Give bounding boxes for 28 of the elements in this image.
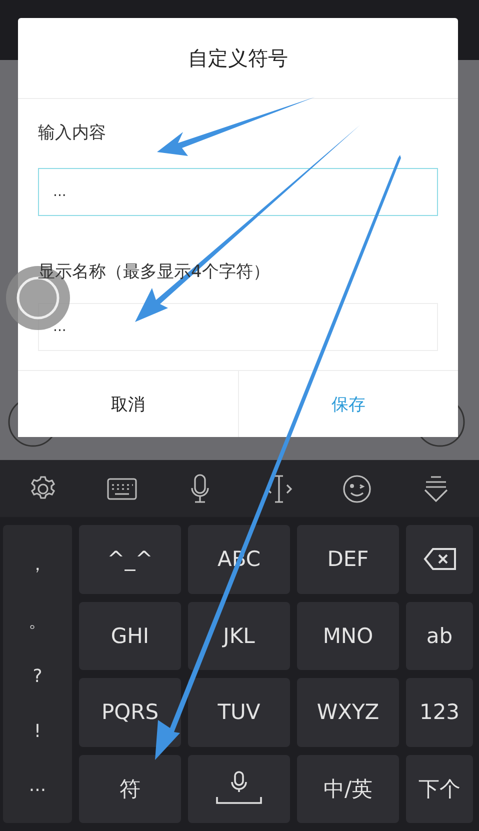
key[interactable]: 下个 — [406, 754, 473, 823]
symbol-key[interactable]: ? — [32, 666, 42, 688]
field-label: 输入内容 — [38, 122, 106, 144]
symbol-key[interactable]: ... — [28, 775, 46, 796]
symbol-key[interactable]: 。 — [28, 609, 46, 634]
symbol-key[interactable]: ! — [34, 720, 42, 742]
input-field[interactable]: ... — [38, 168, 438, 216]
symbol-key[interactable]: ， — [28, 552, 46, 576]
key[interactable]: DEF — [297, 525, 399, 594]
backspace-icon[interactable] — [422, 547, 456, 572]
hide-keyboard-icon[interactable] — [422, 474, 449, 502]
dialog-title: 自定义符号 — [18, 18, 458, 99]
key[interactable]: WXYZ — [297, 678, 399, 746]
space-bar-icon[interactable] — [214, 770, 264, 807]
key[interactable]: ab — [406, 602, 473, 670]
key[interactable]: MNO — [297, 602, 399, 670]
smiley-icon[interactable] — [342, 474, 372, 504]
key[interactable]: 123 — [406, 678, 473, 746]
key[interactable]: 符 — [79, 754, 181, 823]
key[interactable]: 中/英 — [297, 754, 399, 823]
key[interactable]: ^_^ — [79, 525, 181, 594]
key[interactable]: PQRS — [79, 678, 181, 746]
input-field[interactable]: ... — [38, 303, 438, 351]
key[interactable]: GHI — [79, 602, 181, 670]
key[interactable]: TUV — [188, 678, 290, 746]
microphone-icon[interactable] — [190, 474, 210, 504]
keyboard-icon[interactable] — [106, 476, 137, 500]
key[interactable]: JKL — [188, 602, 290, 670]
